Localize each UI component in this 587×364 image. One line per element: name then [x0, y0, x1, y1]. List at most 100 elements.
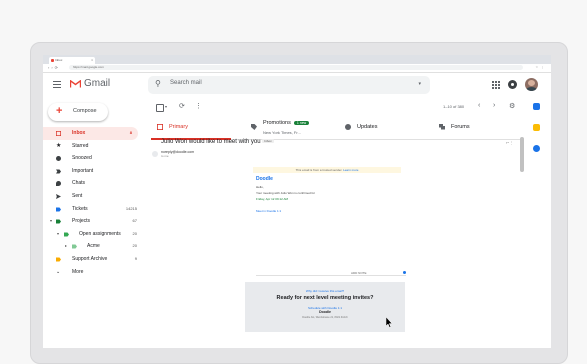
sidebar-item-snoozed[interactable]: Snoozed: [43, 152, 143, 165]
tab-primary[interactable]: Primary: [151, 117, 231, 140]
select-all-checkbox[interactable]: [156, 104, 164, 112]
sidebar-item-tickets[interactable]: Tickets 14215: [43, 203, 143, 216]
sidebar-item-acme[interactable]: ▸ Acme 20: [43, 240, 143, 253]
divider: [256, 275, 406, 276]
keep-icon[interactable]: [533, 124, 540, 131]
browser-tab[interactable]: Inbox ×: [49, 57, 95, 64]
inbox-label-badge[interactable]: Inbox: [262, 139, 274, 144]
sidebar-item-label: Tickets: [72, 205, 88, 212]
meeting-time: Friday, Apr 12 09:12 AM: [256, 197, 288, 201]
learn-more-link[interactable]: Learn more: [343, 168, 358, 172]
search-icon[interactable]: ⚲: [155, 79, 161, 88]
compose-button[interactable]: + Compose: [48, 103, 108, 121]
new-badge: 1 new: [293, 120, 310, 125]
add-note-row: ADD NOTE: [256, 271, 406, 277]
sidebar-item-inbox[interactable]: Inbox 8: [43, 127, 138, 140]
email-sender: noreply@doodle.com to me: [152, 150, 194, 158]
refresh-icon[interactable]: ⟳: [179, 102, 185, 110]
sidebar-item-count: 8: [129, 130, 132, 135]
label-icon: [56, 207, 61, 212]
sidebar-item-label: Starred: [72, 142, 89, 149]
plus-icon: +: [56, 105, 63, 117]
sidebar-item-important[interactable]: Important: [43, 165, 143, 178]
search-input[interactable]: Search mail: [170, 80, 202, 86]
select-dropdown-icon[interactable]: ▾: [165, 104, 167, 109]
search-options-icon[interactable]: ▾: [418, 81, 421, 87]
browser-nav-icons[interactable]: ‹›⟳: [48, 65, 60, 70]
tab-label: Forums: [451, 124, 470, 130]
sidebar-item-open-assignments[interactable]: ▾ Open assignments 20: [43, 228, 143, 241]
tab-label: Primary: [169, 124, 188, 130]
meet-link[interactable]: Meet in Doodle 1:1: [256, 209, 406, 213]
sidebar-item-projects[interactable]: ▾ Projects 67: [43, 215, 143, 228]
collapse-caret-icon[interactable]: ▾: [50, 215, 52, 228]
sidebar-item-label: Projects: [72, 218, 91, 225]
category-tabs: Primary Promotions 1 new New York Times, …: [151, 117, 521, 140]
sidebar-item-support-archive[interactable]: Support Archive 9: [43, 253, 143, 266]
tasks-icon[interactable]: [533, 145, 540, 152]
close-tab-icon[interactable]: ×: [91, 57, 93, 64]
dot-icon: [403, 271, 406, 274]
sidebar-item-count: 9: [134, 255, 137, 261]
browser-tab-title: Inbox: [55, 58, 63, 62]
reply-icon[interactable]: ↩ ⋮: [506, 140, 513, 146]
expand-caret-icon[interactable]: ▸: [65, 240, 67, 253]
notifications-icon[interactable]: [508, 80, 517, 89]
tab-forums[interactable]: Forums: [433, 117, 521, 139]
footer-heading: Ready for next level meeting invites?: [276, 295, 374, 301]
next-page-icon[interactable]: ›: [493, 102, 495, 109]
recipient-text[interactable]: to me: [161, 154, 194, 158]
sidebar-item-label: Snoozed: [72, 155, 92, 162]
more-options-icon[interactable]: ⋮: [195, 102, 202, 110]
sidebar-item-label: Important: [72, 167, 94, 174]
sidebar-item-label: Inbox: [72, 130, 86, 136]
tab-updates[interactable]: Updates: [339, 117, 429, 139]
label-icon: [56, 257, 61, 262]
avatar[interactable]: [525, 78, 538, 91]
mouse-cursor-icon: [385, 315, 393, 333]
tab-promotions[interactable]: Promotions 1 new New York Times, Fr...: [245, 117, 335, 139]
email-actions: ↩ ⋮: [506, 140, 513, 146]
browser-window: Inbox × ‹›⟳ https://mail.google.com ☆ ⋮ …: [43, 55, 551, 348]
url-field[interactable]: https://mail.google.com: [69, 65, 523, 70]
label-icon: [56, 219, 61, 224]
info-icon: [345, 124, 351, 130]
email-subject: Julio Won would like to meet with you In…: [161, 139, 274, 145]
footer-link[interactable]: Why did I receive this email?: [245, 289, 405, 293]
sidebar-item-more[interactable]: ⌄ More: [43, 266, 143, 279]
important-icon: [56, 169, 61, 174]
prev-page-icon[interactable]: ‹: [478, 102, 480, 109]
sidebar-item-label: More: [72, 268, 84, 275]
search-bar[interactable]: ⚲ Search mail ▾: [148, 76, 430, 94]
email-body: Doodle Hello, Your meeting with Julio Wo…: [256, 176, 406, 215]
sidebar-item-starred[interactable]: ★ Starred: [43, 140, 143, 153]
subject-text: Julio Won would like to meet with you: [161, 139, 261, 145]
scrollbar[interactable]: [520, 137, 524, 172]
sidebar-item-chats[interactable]: Chats: [43, 177, 143, 190]
gmail-logo-icon: [70, 80, 81, 88]
sidebar-item-label: Acme: [87, 243, 100, 250]
collapse-caret-icon[interactable]: ▾: [57, 228, 59, 241]
notice-text: This email is from a trusted sender.: [295, 168, 343, 172]
sidebar-item-label: Chats: [72, 180, 86, 187]
sender-avatar: [152, 151, 158, 157]
forum-icon: [439, 124, 445, 130]
tab-subtitle: New York Times, Fr...: [263, 130, 301, 135]
gmail-header: Gmail ⚲ Search mail ▾: [43, 72, 551, 99]
calendar-icon[interactable]: [533, 103, 540, 110]
sidebar-item-label: Open assignments: [79, 230, 121, 237]
footer-address: Doodle AG, Werdstrasse 21, 8021 Zürich: [302, 316, 348, 319]
sidebar: Inbox 8 ★ Starred Snoozed Important Chat…: [43, 127, 143, 278]
greeting-text: Hello,: [256, 185, 264, 189]
sidebar-item-count: 20: [132, 230, 137, 236]
sidebar-item-sent[interactable]: Sent: [43, 190, 143, 203]
settings-gear-icon[interactable]: ⚙: [509, 102, 515, 110]
body-text: Your meeting with Julio Won is confirmed…: [256, 191, 316, 195]
browser-menu-icon[interactable]: ☆ ⋮: [535, 65, 545, 69]
brand-name: Doodle: [256, 176, 273, 182]
browser-tab-bar: Inbox ×: [43, 55, 551, 64]
mail-toolbar: ▾ ⟳ ⋮ 1–10 of 380 ‹ › ⚙: [153, 101, 533, 115]
sidebar-item-count: 67: [132, 218, 137, 224]
apps-grid-icon[interactable]: [492, 81, 500, 89]
main-menu-icon[interactable]: [53, 81, 61, 88]
